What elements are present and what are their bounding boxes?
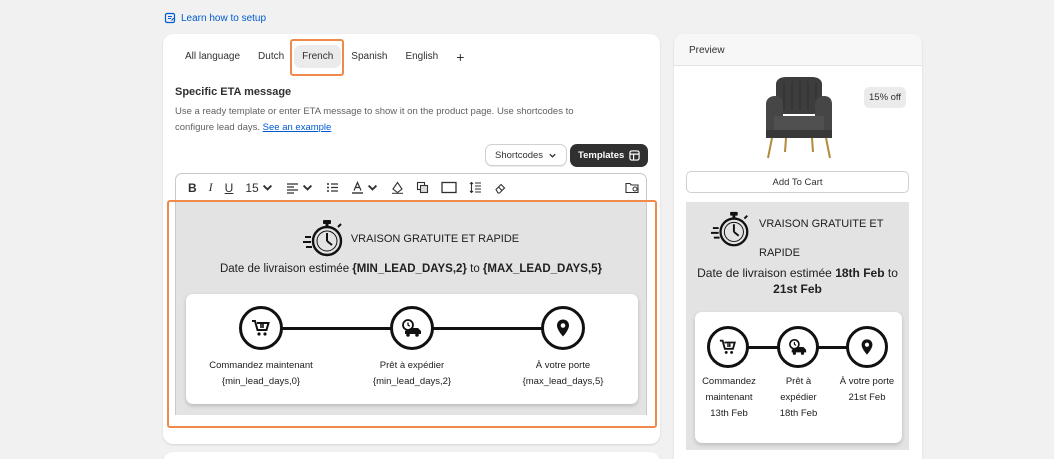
add-language-button[interactable]: + [448,47,472,67]
copy-format-button[interactable] [410,181,435,194]
preview-eta-block: VRAISON GRATUITE ET RAPIDE Date de livra… [686,202,909,450]
preview-title: Preview [674,34,922,66]
chevron-down-icon [367,184,377,191]
line-height-button[interactable] [463,181,488,194]
folder-settings-icon [625,182,639,194]
truck-clock-icon [789,338,807,355]
preview-step-label-ship: Prêt à expédier 18th Feb [765,374,832,422]
text-color-icon [351,181,363,194]
preview-to: to [887,266,898,280]
align-select[interactable] [280,181,320,194]
preview-step-ship-line2: expédier [780,392,817,403]
preview-step-label-door: À votre porte 21st Feb [832,374,902,406]
preview-line-prefix: Date de livraison estimée [697,266,832,280]
media-library-button[interactable] [619,181,646,194]
cart-icon [719,339,736,354]
next-settings-card [163,452,660,459]
paint-bucket-icon [391,181,403,194]
book-icon [164,12,176,24]
font-size-select[interactable]: 15 [239,181,279,195]
preview-step-circle-ship [777,326,819,368]
preview-step-ship-line1: Prêt à [785,376,812,387]
chevron-down-icon [262,184,272,191]
editor-toolbar: B I U 15 [175,173,647,201]
tab-spanish[interactable]: Spanish [343,45,395,68]
templates-button[interactable]: Templates [570,144,649,167]
tab-english[interactable]: English [397,45,446,68]
preview-step-circle-door [846,326,888,368]
preview-heading: VRAISON GRATUITE ET RAPIDE [686,210,909,268]
preview-step-order-line1: Commandez [702,376,756,387]
armchair-image [766,77,832,159]
editor-highlight [167,200,657,428]
preview-timeline-box: Commandez maintenant 13th Feb Prêt à exp… [695,312,902,443]
preview-step-order-date: 13th Feb [710,408,748,419]
section-description-text: Use a ready template or enter ETA messag… [175,106,574,133]
chevron-down-icon [549,153,556,158]
eraser-icon [495,183,505,194]
line-height-icon [469,181,481,194]
section-description: Use a ready template or enter ETA messag… [175,104,615,136]
stopwatch-icon [711,211,749,247]
french-tab-highlight [290,39,344,76]
clear-format-button[interactable] [488,181,513,194]
square-icon [441,181,457,194]
align-left-icon [286,183,298,194]
see-example-link[interactable]: See an example [263,122,332,133]
shortcodes-button[interactable]: Shortcodes [485,144,568,166]
section-title: Specific ETA message [175,86,292,98]
preview-card: Preview 15% off Add To Cart VRAISON GRAT… [674,34,922,459]
bold-button[interactable]: B [182,181,203,195]
preview-min-date: 18th Feb [835,266,885,280]
learn-link-text: Learn how to setup [181,12,267,24]
italic-button[interactable]: I [203,180,219,195]
preview-heading-text: VRAISON GRATUITE ET RAPIDE [759,218,884,259]
preview-step-label-order: Commandez maintenant 13th Feb [695,374,763,422]
tab-all-language[interactable]: All language [177,45,248,68]
preview-step-order-line2: maintenant [705,392,753,403]
learn-how-to-setup-link[interactable]: Learn how to setup [164,12,266,24]
chevron-down-icon [302,184,312,191]
font-size-value: 15 [245,180,259,195]
preview-step-door-line1: À votre porte [839,376,895,387]
highlight-button[interactable] [385,181,410,194]
location-pin-icon [861,339,873,355]
layout-icon [629,150,640,161]
tab-dutch[interactable]: Dutch [250,45,292,68]
templates-label: Templates [578,150,625,161]
preview-date-line: Date de livraison estimée 18th Feb to 21… [686,265,909,297]
add-to-cart-button[interactable]: Add To Cart [686,171,909,193]
discount-badge: 15% off [864,87,907,108]
preview-step-door-date: 21st Feb [848,392,886,403]
underline-button[interactable]: U [219,181,240,195]
text-color-select[interactable] [345,181,385,194]
border-button[interactable] [435,181,463,194]
list-icon [326,183,338,192]
shortcodes-label: Shortcodes [495,149,544,161]
copy-icon [416,181,428,194]
preview-step-ship-date: 18th Feb [779,408,818,419]
preview-max-date: 21st Feb [773,282,822,296]
bullet-list-button[interactable] [320,181,345,194]
preview-step-circle-order [707,326,749,368]
